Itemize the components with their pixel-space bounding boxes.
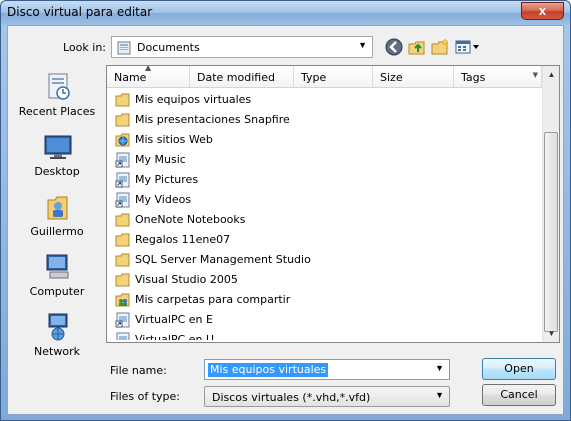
file-name: Regalos 11ene07 [135, 233, 231, 246]
place-label: Computer [29, 285, 85, 298]
file-list-item[interactable]: OneNote Notebooks [115, 210, 415, 230]
folder-icon [115, 213, 130, 227]
title-bar[interactable]: Disco virtual para editar x [1, 1, 570, 25]
folder-icon [115, 273, 130, 287]
file-list-item[interactable]: My Music [115, 150, 415, 170]
column-date-modified[interactable]: Date modified [190, 66, 294, 88]
place-recent-places[interactable]: Recent Places [10, 72, 104, 130]
place-network[interactable]: Network [10, 312, 104, 370]
file-type-label: Files of type: [110, 390, 181, 403]
web-folder-icon [115, 133, 130, 147]
shortcut-icon [116, 332, 130, 340]
column-tags[interactable]: Tags ▼ [454, 66, 542, 88]
file-list-item[interactable]: Visual Studio 2005 [115, 270, 415, 290]
folder-icon [115, 233, 130, 247]
file-list-item[interactable]: My Videos [115, 190, 415, 210]
file-list-item[interactable]: My Pictures [115, 170, 415, 190]
up-folder-icon[interactable] [407, 37, 427, 57]
folder-icon [115, 93, 130, 107]
close-button[interactable]: x [521, 2, 564, 20]
file-name: My Videos [135, 193, 192, 206]
chevron-down-icon[interactable]: ▼ [435, 363, 444, 373]
column-size[interactable]: Size [373, 66, 454, 88]
window-title: Disco virtual para editar [7, 5, 153, 19]
computer-icon [46, 254, 69, 279]
scroll-down-icon[interactable]: ▼ [543, 325, 560, 342]
file-name-value[interactable]: Mis equipos virtuales [208, 363, 329, 377]
file-list[interactable]: ▲ Name Date modified Type Size Tags ▼ Mi… [106, 63, 560, 343]
file-list-item[interactable]: VirtualPC en U [115, 330, 415, 340]
file-name-combobox[interactable]: Mis equipos virtuales ▼ [204, 359, 450, 380]
chevron-down-icon[interactable]: ▼ [358, 40, 367, 50]
vertical-scrollbar[interactable]: ▲ ▼ [542, 66, 559, 342]
column-name[interactable]: ▲ Name [107, 63, 190, 88]
file-name: Mis carpetas para compartir [135, 293, 291, 306]
file-list-item[interactable]: Mis sitios Web [115, 130, 415, 150]
file-list-item[interactable]: Mis carpetas para compartir [115, 290, 415, 310]
place-computer[interactable]: Computer [10, 252, 104, 310]
desktop-icon [44, 135, 72, 159]
shared-folder-icon [115, 293, 130, 307]
scroll-up-icon[interactable]: ▲ [543, 66, 560, 83]
file-name: SQL Server Management Studio [135, 253, 311, 266]
file-type-value: Discos virtuales (*.vhd,*.vfd) [212, 391, 371, 404]
file-list-item[interactable]: Mis equipos virtuales [115, 90, 415, 110]
column-header-row: ▲ Name Date modified Type Size Tags ▼ [107, 63, 542, 88]
file-name: My Pictures [135, 173, 199, 186]
shortcut-icon [115, 312, 130, 328]
file-list-item[interactable]: SQL Server Management Studio [115, 250, 415, 270]
places-bar: Recent Places Desktop Guillermo Computer… [10, 66, 104, 411]
scroll-thumb[interactable] [544, 132, 558, 332]
chevron-down-icon[interactable]: ▼ [533, 71, 538, 79]
user-folder-icon [47, 196, 68, 220]
file-name: My Music [135, 153, 186, 166]
look-in-value: Documents [137, 41, 200, 54]
place-label: Desktop [34, 165, 80, 178]
place-label: Guillermo [30, 225, 84, 238]
file-name: Mis sitios Web [135, 133, 213, 146]
file-type-combobox[interactable]: Discos virtuales (*.vhd,*.vfd) ▼ [204, 386, 450, 407]
folder-icon [115, 253, 130, 267]
cancel-button[interactable]: Cancel [482, 384, 556, 406]
look-in-combobox[interactable]: Documents ▼ [111, 36, 373, 58]
dialog-client: Look in: Documents ▼ Recent Places Deskt… [7, 25, 564, 415]
file-rows: Mis equipos virtuales Mis presentaciones … [107, 90, 542, 340]
folder-icon [115, 113, 130, 127]
file-name: Mis equipos virtuales [135, 93, 252, 106]
place-label: Recent Places [18, 105, 96, 118]
place-label: Network [34, 345, 80, 358]
recent-places-icon [48, 73, 70, 100]
file-name: OneNote Notebooks [135, 213, 246, 226]
file-list-item[interactable]: Regalos 11ene07 [115, 230, 415, 250]
network-icon [48, 313, 68, 341]
file-list-item[interactable]: Mis presentaciones Snapfire [115, 110, 415, 130]
dialog-window: Disco virtual para editar x Look in: Doc… [0, 0, 571, 421]
place-desktop[interactable]: Desktop [10, 132, 104, 190]
open-button[interactable]: Open [482, 358, 556, 380]
column-type[interactable]: Type [294, 66, 373, 88]
shortcut-icon [115, 192, 130, 208]
new-folder-icon[interactable] [430, 37, 450, 57]
documents-folder-icon [117, 41, 131, 55]
views-icon[interactable] [454, 37, 480, 57]
place-guillermo[interactable]: Guillermo [10, 192, 104, 250]
file-name: VirtualPC en U [135, 333, 215, 340]
file-name: Visual Studio 2005 [135, 273, 238, 286]
back-icon[interactable] [384, 37, 404, 57]
shortcut-icon [115, 172, 130, 188]
chevron-down-icon[interactable]: ▼ [435, 390, 444, 400]
file-list-item[interactable]: VirtualPC en E [115, 310, 415, 330]
file-name-label: File name: [110, 364, 167, 377]
file-name: VirtualPC en E [135, 313, 213, 326]
look-in-label: Look in: [63, 41, 106, 54]
shortcut-icon [115, 152, 130, 168]
file-name: Mis presentaciones Snapfire [135, 113, 290, 126]
